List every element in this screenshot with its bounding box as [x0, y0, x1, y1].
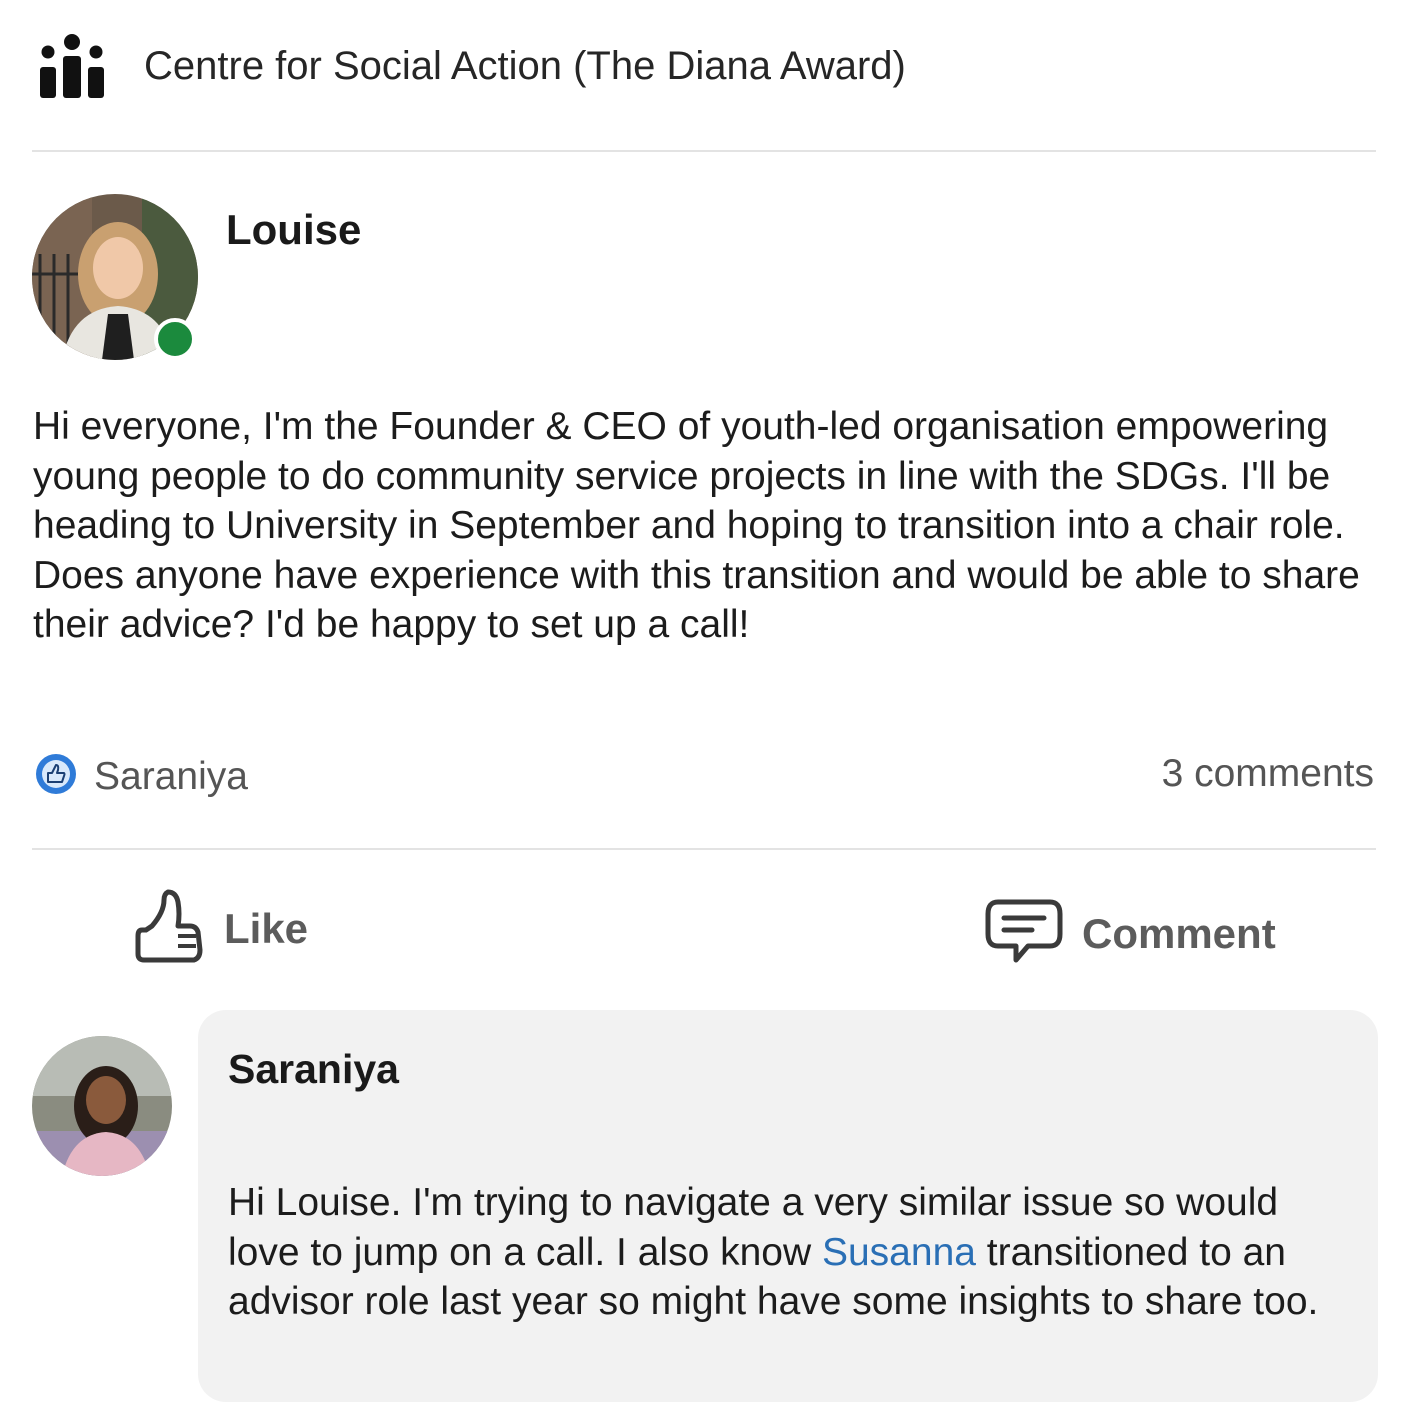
- online-status-indicator: [154, 318, 196, 360]
- group-header[interactable]: Centre for Social Action (The Diana Awar…: [36, 34, 906, 98]
- actions-divider: [32, 848, 1376, 850]
- post-author-name[interactable]: Louise: [226, 206, 361, 254]
- like-button[interactable]: Like: [134, 888, 308, 969]
- comment-count[interactable]: 3 comments: [1162, 752, 1374, 796]
- reactor-name: Saraniya: [94, 754, 248, 798]
- comment-label: Comment: [1082, 909, 1276, 957]
- reactions-summary[interactable]: Saraniya: [34, 752, 248, 801]
- commenter-name[interactable]: Saraniya: [228, 1046, 399, 1093]
- like-reaction-icon: [34, 752, 78, 801]
- group-name[interactable]: Centre for Social Action (The Diana Awar…: [144, 44, 906, 89]
- post-body: Hi everyone, I'm the Founder & CEO of yo…: [33, 405, 1360, 647]
- comment-bubble-icon: [984, 896, 1064, 971]
- group-people-icon: [36, 34, 108, 98]
- comment-button[interactable]: Comment: [984, 896, 1276, 971]
- header-divider: [32, 150, 1376, 152]
- like-label: Like: [224, 904, 309, 952]
- commenter-avatar[interactable]: [32, 1036, 172, 1176]
- thumbs-up-icon: [134, 888, 206, 969]
- mention-link[interactable]: Susanna: [822, 1231, 976, 1274]
- comment-text: Hi Louise. I'm trying to navigate a very…: [228, 1178, 1358, 1327]
